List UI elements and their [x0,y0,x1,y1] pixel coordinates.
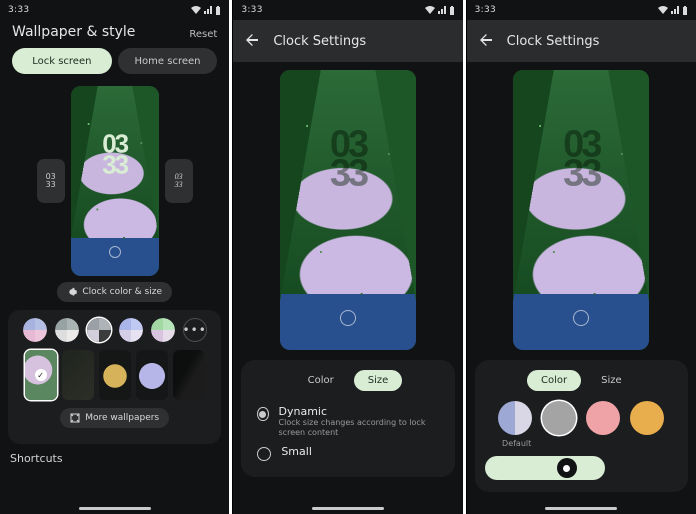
color-swatch[interactable] [55,318,79,342]
app-bar: Clock Settings [467,20,696,62]
preview-clock: 03 33 [102,134,127,175]
radio-checked-icon [257,407,268,421]
fingerprint-icon [573,310,589,326]
nav-bar[interactable] [0,502,229,514]
page-title: Clock Settings [273,34,366,49]
tab-lock-screen[interactable]: Lock screen [12,48,112,74]
wallpaper-row: ✓ [16,350,213,400]
status-time: 3:33 [475,5,496,15]
back-button[interactable] [479,32,493,51]
clock-face-option-left[interactable]: 03 33 [37,159,65,203]
color-swatch[interactable] [23,318,47,342]
page-title: Clock Settings [507,34,600,49]
lock-screen-preview[interactable]: 03 33 [71,86,159,276]
theme-card: ••• ✓ More wallpapers [8,310,221,444]
clock-color-swatch[interactable] [542,401,576,435]
color-swatch[interactable] [151,318,175,342]
battery-icon [215,6,221,15]
status-time: 3:33 [241,5,262,15]
app-bar: Clock Settings [233,20,462,62]
clock-color-swatch[interactable] [498,401,532,435]
wallpaper-thumb[interactable] [99,350,131,400]
back-arrow-icon [479,33,493,47]
wallpaper-thumb[interactable]: ✓ [25,350,57,400]
wallpaper-icon [70,413,80,423]
clock-color-swatch[interactable] [630,401,664,435]
lock-screen-preview[interactable]: 03 33 [513,70,649,350]
clock-face-option-right[interactable]: 03 33 [165,159,193,203]
fingerprint-icon [340,310,356,326]
section-shortcuts: Shortcuts [10,452,219,465]
battery-icon [682,6,688,15]
preview-clock: 03 33 [563,130,599,189]
segment-size[interactable]: Size [354,370,403,391]
status-bar: 3:33 [0,0,229,20]
signal-icon [671,6,679,14]
phone-wallpaper-style: 3:33 Wallpaper & style Reset Lock screen… [0,0,229,514]
signal-icon [438,6,446,14]
wallpaper-thumb[interactable] [173,350,205,400]
color-swatch[interactable] [87,318,111,342]
small-title: Small [281,445,312,458]
color-swatch-row: ••• [16,318,213,342]
lock-preview-row: 03 33 03 33 03 33 [0,82,229,282]
more-colors-button[interactable]: ••• [183,318,207,342]
fingerprint-icon [109,246,121,258]
signal-icon [204,6,212,14]
back-arrow-icon [245,33,259,47]
status-icons [425,6,455,15]
default-label: Default [487,439,547,448]
lock-screen-preview[interactable]: 03 33 [280,70,416,350]
segment-color[interactable]: Color [294,370,348,391]
battery-icon [449,6,455,15]
status-icons [191,6,221,15]
dynamic-subtitle: Clock size changes according to lock scr… [279,418,439,437]
color-size-segment: Color Size [251,370,444,391]
size-option-small[interactable]: Small [251,441,444,465]
segment-size[interactable]: Size [587,370,636,391]
tab-home-screen[interactable]: Home screen [118,48,218,74]
page-title: Wallpaper & style [12,24,135,40]
back-button[interactable] [245,32,259,51]
screen-toggle: Lock screen Home screen [0,48,229,82]
app-bar: Wallpaper & style Reset [0,20,229,48]
reset-button[interactable]: Reset [189,29,217,40]
color-swatch[interactable] [119,318,143,342]
color-size-segment: Color Size [485,370,678,391]
size-option-dynamic[interactable]: Dynamic Clock size changes according to … [251,401,444,441]
phone-clock-size: 3:33 Clock Settings 03 33 Color Size Dyn… [232,0,462,514]
status-bar: 3:33 [467,0,696,20]
wifi-icon [191,6,201,14]
status-icons [658,6,688,15]
dynamic-title: Dynamic [279,405,439,418]
check-icon: ✓ [35,369,47,381]
phone-clock-color: 3:33 Clock Settings 03 33 Color Size Def… [466,0,696,514]
clock-color-size-label: Clock color & size [82,287,162,297]
clock-color-swatch[interactable] [586,401,620,435]
wifi-icon [658,6,668,14]
wallpaper-thumb[interactable] [62,350,94,400]
clock-color-size-button[interactable]: Clock color & size [57,282,172,302]
segment-color[interactable]: Color [527,370,581,391]
wifi-icon [425,6,435,14]
nav-bar[interactable] [467,502,696,514]
clock-settings-sheet: Color Size Dynamic Clock size changes ac… [241,360,454,477]
nav-bar[interactable] [233,502,462,514]
slider-thumb[interactable] [557,458,577,478]
more-wallpapers-label: More wallpapers [85,413,159,423]
clock-settings-sheet: Color Size Default [475,360,688,492]
radio-unchecked-icon [257,447,271,461]
preview-clock: 03 33 [330,130,366,189]
status-bar: 3:33 [233,0,462,20]
clock-color-swatch-row [485,401,678,435]
saturation-slider[interactable] [485,456,605,480]
status-time: 3:33 [8,5,29,15]
gear-icon [67,287,77,297]
wallpaper-thumb[interactable] [136,350,168,400]
more-wallpapers-button[interactable]: More wallpapers [60,408,169,428]
